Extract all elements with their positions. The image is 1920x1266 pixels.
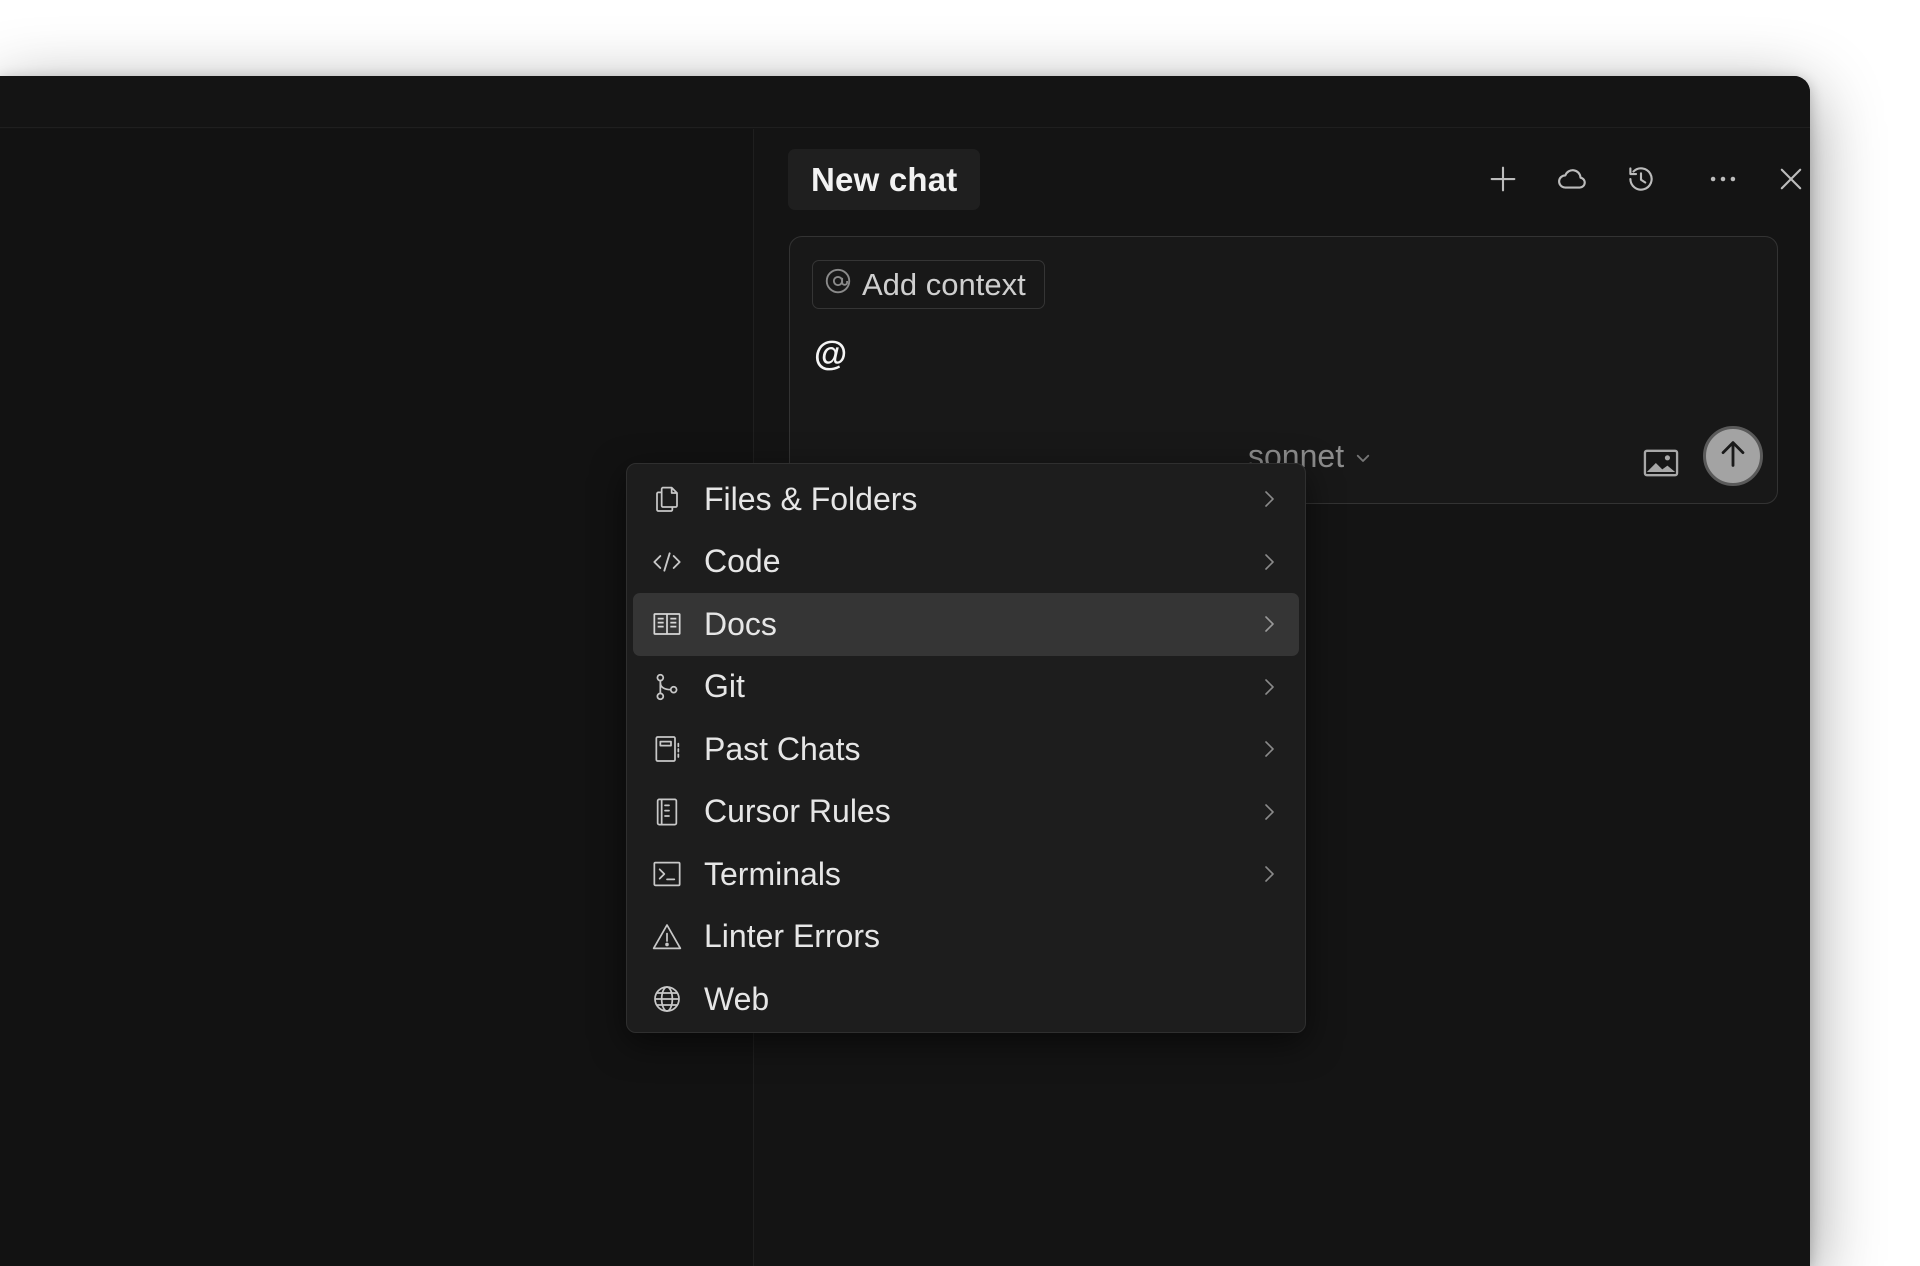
image-icon[interactable]	[1639, 443, 1683, 483]
history-icon[interactable]	[1619, 157, 1663, 201]
menu-item-label: Files & Folders	[704, 480, 918, 517]
more-icon[interactable]	[1701, 157, 1745, 201]
menu-item-past-chats[interactable]: Past Chats	[633, 718, 1299, 781]
chat-tab-title[interactable]: New chat	[788, 149, 981, 210]
menu-item-label: Past Chats	[704, 730, 861, 767]
menu-item-code[interactable]: Code	[633, 531, 1299, 594]
chat-input-text[interactable]: @	[814, 335, 847, 374]
at-sign-icon	[823, 266, 853, 304]
warning-icon	[651, 921, 683, 953]
context-menu: Files & Folders Code Docs Git Past Chats…	[626, 463, 1306, 1033]
menu-item-docs[interactable]: Docs	[633, 593, 1299, 656]
menu-item-cursor-rules[interactable]: Cursor Rules	[633, 781, 1299, 844]
arrow-up-icon	[1716, 437, 1750, 476]
menu-item-label: Terminals	[704, 855, 841, 892]
menu-item-label: Git	[704, 668, 745, 705]
menu-item-git[interactable]: Git	[633, 656, 1299, 719]
menu-item-label: Docs	[704, 605, 777, 642]
plus-icon[interactable]	[1481, 157, 1525, 201]
chevron-right-icon	[1261, 863, 1277, 885]
menu-item-terminals[interactable]: Terminals	[633, 843, 1299, 906]
menu-item-web[interactable]: Web	[633, 968, 1299, 1031]
chevron-right-icon	[1261, 613, 1277, 635]
globe-icon	[651, 983, 683, 1015]
menu-item-label: Code	[704, 543, 781, 580]
chevron-down-icon	[1354, 438, 1372, 475]
menu-item-label: Cursor Rules	[704, 793, 891, 830]
rules-icon	[651, 796, 683, 828]
add-context-button[interactable]: Add context	[812, 260, 1045, 309]
menu-item-linter-errors[interactable]: Linter Errors	[633, 906, 1299, 969]
add-context-label: Add context	[862, 266, 1026, 302]
chevron-right-icon	[1261, 551, 1277, 573]
git-branch-icon	[651, 671, 683, 703]
app-window: New chat Add context @ sonnet Files & Fo…	[0, 76, 1810, 1266]
send-button[interactable]	[1703, 426, 1763, 486]
book-icon	[651, 608, 683, 640]
terminal-icon	[651, 858, 683, 890]
notebook-icon	[651, 733, 683, 765]
chevron-right-icon	[1261, 801, 1277, 823]
close-icon[interactable]	[1769, 157, 1810, 201]
cloud-icon[interactable]	[1550, 157, 1594, 201]
menu-item-label: Web	[704, 980, 770, 1017]
chevron-right-icon	[1261, 488, 1277, 510]
menu-item-label: Linter Errors	[704, 918, 881, 955]
menu-item-files-folders[interactable]: Files & Folders	[633, 468, 1299, 531]
code-icon	[651, 546, 683, 578]
chevron-right-icon	[1261, 676, 1277, 698]
chevron-right-icon	[1261, 738, 1277, 760]
title-bar	[0, 76, 1810, 128]
files-icon	[651, 483, 683, 515]
